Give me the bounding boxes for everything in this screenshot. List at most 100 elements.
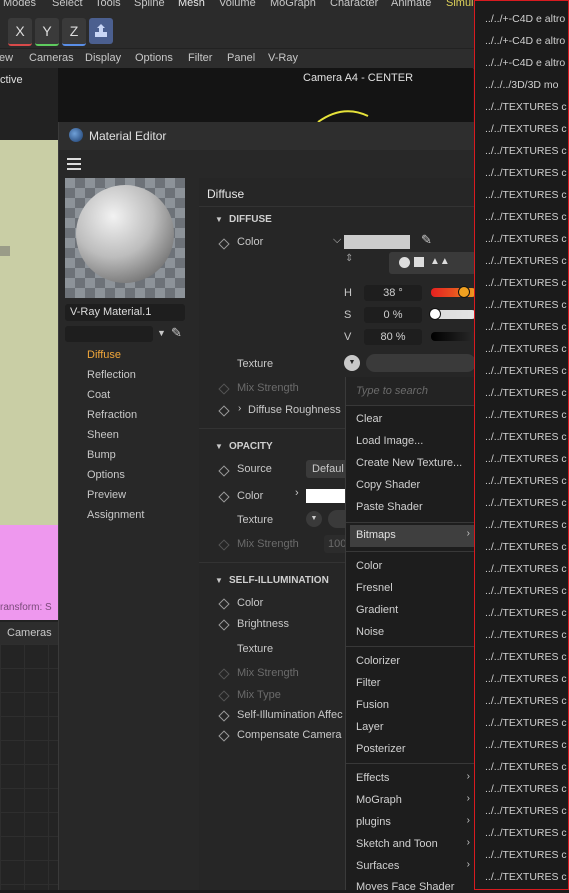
keyframe-diamond-icon[interactable] (218, 238, 230, 250)
bitmap-list-item[interactable]: ../../TEXTURES c (485, 695, 567, 707)
channel-coat[interactable]: Coat (87, 389, 110, 401)
menu-item-gradient[interactable]: Gradient (356, 604, 398, 616)
y-axis-button[interactable]: Y (35, 18, 59, 46)
coordinate-system-icon[interactable] (89, 18, 113, 44)
channel-refraction[interactable]: Refraction (87, 409, 137, 421)
menu-item-mograph[interactable]: MoGraph (356, 794, 402, 806)
bitmap-list-item[interactable]: ../../TEXTURES c (485, 101, 567, 113)
channel-bump[interactable]: Bump (87, 449, 116, 461)
channel-options[interactable]: Options (87, 469, 125, 481)
s-field[interactable]: 0 % (364, 307, 422, 323)
keyframe-diamond-icon[interactable] (218, 710, 230, 722)
menu-animate[interactable]: Animate (391, 0, 431, 9)
bitmap-list-item[interactable]: ../../TEXTURES c (485, 167, 567, 179)
bitmap-list-item[interactable]: ../../TEXTURES c (485, 585, 567, 597)
channel-diffuse[interactable]: Diffuse (87, 349, 121, 361)
menu-mesh[interactable]: Mesh (178, 0, 205, 9)
keyframe-diamond-icon[interactable] (218, 405, 230, 417)
bitmap-list-item[interactable]: ../../TEXTURES c (485, 365, 567, 377)
bitmap-list-item[interactable]: ../../TEXTURES c (485, 233, 567, 245)
slider-knob[interactable] (429, 308, 441, 320)
menu-item-create-texture[interactable]: Create New Texture... (356, 457, 462, 469)
collapse-arrow-icon[interactable]: ▼ (215, 576, 223, 585)
keyframe-diamond-icon[interactable] (218, 465, 230, 477)
menu-item-load-image[interactable]: Load Image... (356, 435, 423, 447)
texture-menu-button[interactable]: ▼ (306, 511, 322, 527)
menu-item-layer[interactable]: Layer (356, 721, 384, 733)
texture-menu-button[interactable]: ▼ (344, 355, 360, 371)
color-mode-selector[interactable]: ▲▲ (389, 252, 476, 274)
bitmap-list-item[interactable]: ../../TEXTURES c (485, 255, 567, 267)
eyedropper-icon[interactable]: ✎ (171, 325, 182, 341)
viewport-menu-vray[interactable]: V-Ray (268, 52, 298, 64)
bitmap-list-item[interactable]: ../../TEXTURES c (485, 453, 567, 465)
chevron-right-icon[interactable]: › (295, 487, 299, 499)
material-preview[interactable] (65, 178, 185, 298)
menu-simulate[interactable]: Simul (446, 0, 474, 9)
menu-volume[interactable]: Volume (219, 0, 256, 9)
viewport-menu-filter[interactable]: Filter (188, 52, 212, 64)
menu-item-clear[interactable]: Clear (356, 413, 382, 425)
expand-arrows-icon[interactable]: ⇕ (345, 253, 353, 264)
menu-select[interactable]: Select (52, 0, 83, 9)
bitmap-list-item[interactable]: ../../TEXTURES c (485, 651, 567, 663)
material-name-field[interactable]: V-Ray Material.1 (65, 304, 185, 321)
bitmap-list-item[interactable]: ../../TEXTURES c (485, 497, 567, 509)
menu-item-surfaces[interactable]: Surfaces (356, 860, 399, 872)
menu-item-effects[interactable]: Effects (356, 772, 389, 784)
bitmap-list-item[interactable]: ../../TEXTURES c (485, 805, 567, 817)
bitmap-list-item[interactable]: ../../TEXTURES c (485, 475, 567, 487)
bitmap-list-item[interactable]: ../../../3D/3D mo (485, 79, 559, 91)
channel-assignment[interactable]: Assignment (87, 509, 144, 521)
bitmap-list-item[interactable]: ../../+-C4D e altro (485, 35, 565, 47)
bitmap-list-item[interactable]: ../../TEXTURES c (485, 871, 567, 883)
s-slider[interactable] (429, 308, 476, 320)
bitmap-list-item[interactable]: ../../TEXTURES c (485, 673, 567, 685)
material-editor-titlebar[interactable]: Material Editor (59, 122, 476, 150)
material-layer-dropdown[interactable] (65, 326, 153, 342)
menu-item-sketch-toon[interactable]: Sketch and Toon (356, 838, 438, 850)
keyframe-diamond-icon[interactable] (218, 598, 230, 610)
channel-preview[interactable]: Preview (87, 489, 126, 501)
camera-viewport[interactable]: Camera A4 - CENTER (58, 68, 473, 123)
bitmap-list-item[interactable]: ../../TEXTURES c (485, 519, 567, 531)
menu-item-moves-face-shader[interactable]: Moves Face Shader (356, 881, 454, 893)
bitmap-list-item[interactable]: ../../TEXTURES c (485, 387, 567, 399)
image-picker-icon[interactable]: ▲▲ (430, 256, 450, 267)
bitmap-list-item[interactable]: ../../TEXTURES c (485, 343, 567, 355)
bottom-viewport[interactable]: Cameras (0, 622, 58, 890)
menu-item-plugins[interactable]: plugins (356, 816, 391, 828)
bitmap-list-item[interactable]: ../../TEXTURES c (485, 145, 567, 157)
bitmap-list-item[interactable]: ../../+-C4D e altro (485, 57, 565, 69)
slider-knob[interactable] (458, 286, 470, 298)
bitmap-list-item[interactable]: ../../TEXTURES c (485, 211, 567, 223)
menu-item-filter[interactable]: Filter (356, 677, 380, 689)
menu-item-fusion[interactable]: Fusion (356, 699, 389, 711)
popup-search-box[interactable]: Type to search (346, 377, 474, 405)
bitmap-list-item[interactable]: ../../TEXTURES c (485, 321, 567, 333)
h-field[interactable]: 38 ° (364, 285, 422, 301)
keyframe-diamond-icon[interactable] (218, 668, 230, 680)
bitmap-list-item[interactable]: ../../TEXTURES c (485, 783, 567, 795)
keyframe-diamond-icon[interactable] (218, 730, 230, 742)
menu-item-colorizer[interactable]: Colorizer (356, 655, 400, 667)
diffuse-color-swatch[interactable] (344, 235, 410, 249)
viewport-menu-cameras[interactable]: Cameras (29, 52, 74, 64)
bitmap-list-item[interactable]: ../../+-C4D e altro (485, 13, 565, 25)
menu-tools[interactable]: Tools (95, 0, 121, 9)
eyedropper-icon[interactable]: ✎ (421, 232, 432, 248)
hamburger-menu-icon[interactable] (67, 158, 81, 170)
bitmap-list-item[interactable]: ../../TEXTURES c (485, 717, 567, 729)
bitmap-list-item[interactable]: ../../TEXTURES c (485, 761, 567, 773)
bitmap-list-item[interactable]: ../../TEXTURES c (485, 541, 567, 553)
bottom-viewport-cameras-menu[interactable]: Cameras (7, 627, 52, 639)
keyframe-diamond-icon[interactable] (218, 690, 230, 702)
color-square-icon[interactable] (414, 257, 424, 267)
menu-item-posterizer[interactable]: Posterizer (356, 743, 406, 755)
bitmap-list-item[interactable]: ../../TEXTURES c (485, 563, 567, 575)
bitmap-list-item[interactable]: ../../TEXTURES c (485, 607, 567, 619)
bitmap-list-item[interactable]: ../../TEXTURES c (485, 299, 567, 311)
viewport-menu-panel[interactable]: Panel (227, 52, 255, 64)
menu-item-noise[interactable]: Noise (356, 626, 384, 638)
bitmap-list-item[interactable]: ../../TEXTURES c (485, 123, 567, 135)
